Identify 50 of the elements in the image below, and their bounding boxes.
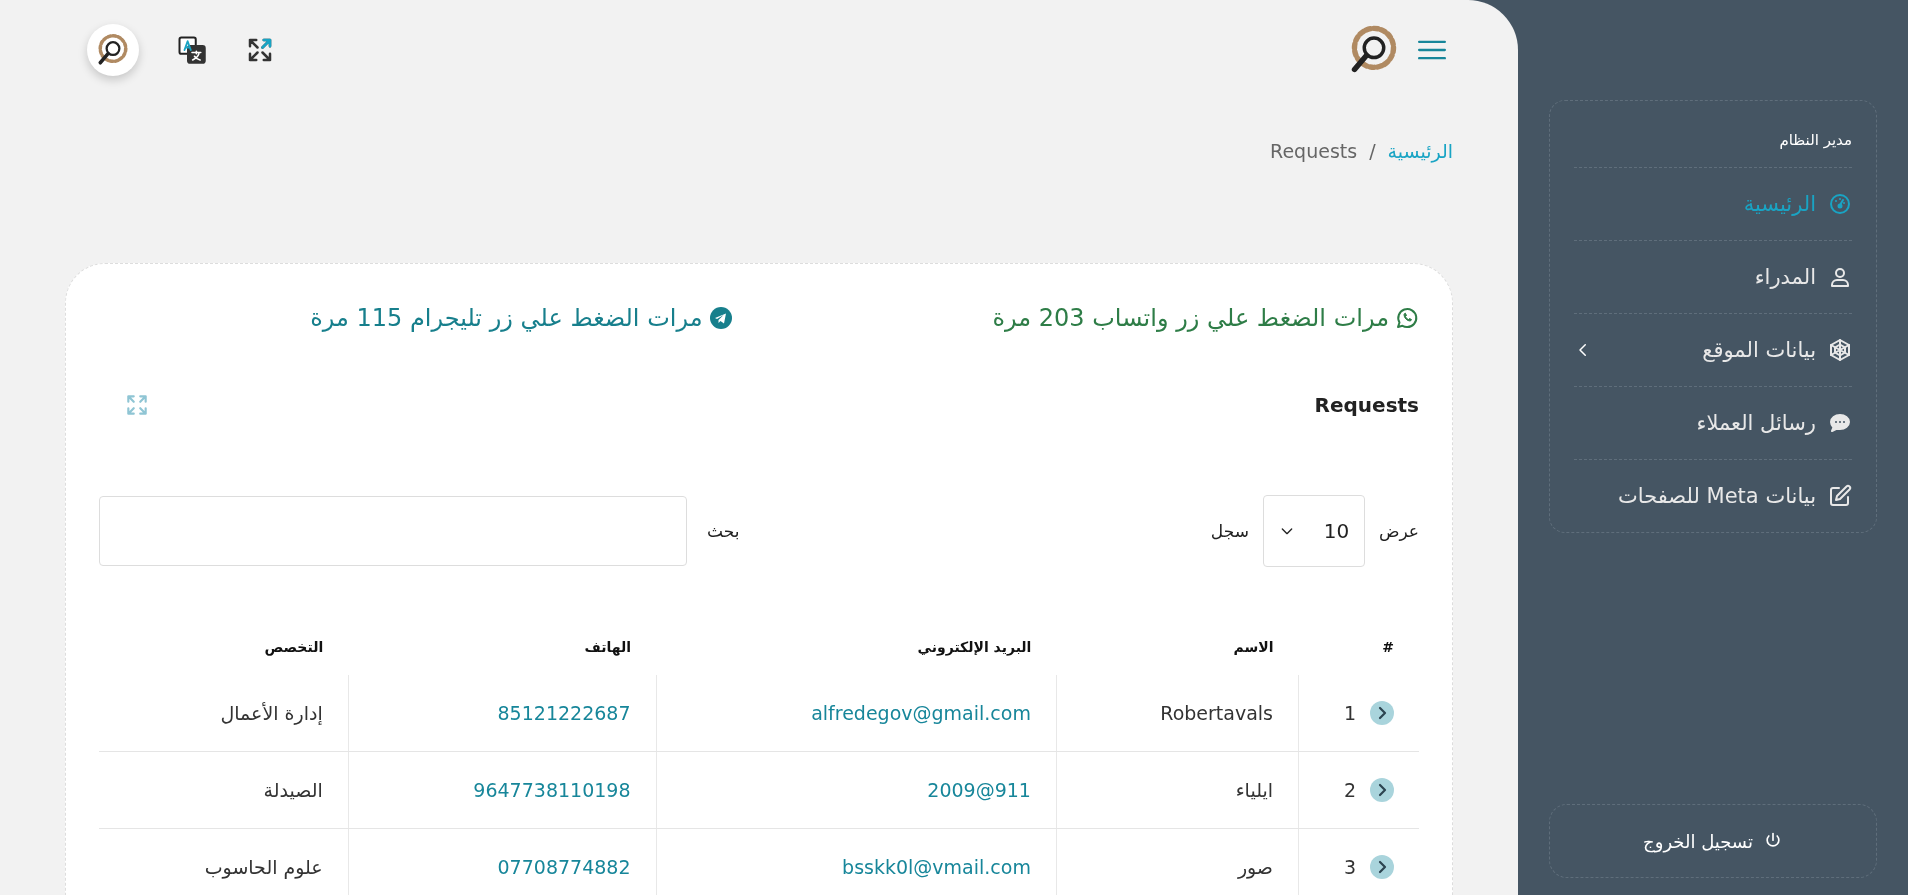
column-header: البريد الإلكتروني — [656, 629, 1057, 675]
column-header: الهاتف — [348, 629, 656, 675]
table-cell: bsskk0l@vmail.com — [842, 856, 1031, 878]
sidebar-item[interactable]: بيانات الموقع — [1574, 314, 1852, 387]
translate-icon — [177, 35, 207, 65]
expand-row-button[interactable] — [1370, 778, 1394, 802]
expand-row-button[interactable] — [1370, 855, 1394, 879]
column-header: التخصص — [99, 629, 349, 675]
page-length-select[interactable]: 10 — [1262, 495, 1365, 567]
table-cell: 07708774882 — [497, 856, 631, 878]
length-label: عرض — [1378, 521, 1419, 541]
breadcrumb-separator: / — [1369, 140, 1376, 164]
sidebar-item[interactable]: المدراء — [1574, 241, 1852, 314]
breadcrumb-current: Requests — [1270, 140, 1358, 164]
table-cell: 3 — [1343, 856, 1356, 878]
table-cell: 911@2009 — [927, 779, 1031, 801]
search-label: بحث — [707, 521, 740, 541]
sidebar-heading: مدير النظام — [1574, 121, 1852, 168]
user-icon — [1828, 265, 1852, 289]
table-cell: 1 — [1343, 702, 1356, 724]
web-icon — [1828, 338, 1852, 362]
avatar-button[interactable] — [87, 24, 139, 76]
table-cell: إدارة الأعمال — [220, 702, 323, 724]
magnifier-logo-icon — [96, 33, 130, 67]
expand-row-button[interactable] — [1370, 701, 1394, 725]
whatsapp-icon — [1395, 306, 1419, 330]
telegram-icon — [708, 306, 733, 330]
click-counter: مرات الضغط علي زر واتساب 203 مرة — [992, 304, 1419, 332]
card-title: Requests — [1314, 393, 1419, 417]
edit-icon — [1828, 484, 1852, 508]
table-cell: 9647738110198 — [473, 779, 631, 801]
sidebar-item[interactable]: رسائل العملاء — [1574, 387, 1852, 460]
fullscreen-icon — [124, 392, 150, 418]
table-cell: Robertavals — [1160, 702, 1273, 724]
search-field[interactable] — [99, 496, 687, 566]
gauge-icon — [1828, 192, 1852, 216]
logout-button[interactable]: تسجيل الخروج — [1549, 804, 1877, 878]
table-cell: ايلياء — [1235, 779, 1273, 801]
table-cell: alfredegov@gmail.com — [811, 702, 1031, 724]
table-cell: 2 — [1343, 779, 1356, 801]
column-header: # — [1298, 629, 1419, 675]
table-cell: علوم الحاسوب — [204, 856, 323, 878]
column-header: الاسم — [1056, 629, 1299, 675]
table-cell: صور — [1237, 856, 1273, 878]
length-label: سجل — [1210, 521, 1249, 541]
table-cell: 85121222687 — [497, 702, 631, 724]
click-counter: مرات الضغط علي زر تليجرام 115 مرة — [310, 304, 733, 332]
table-cell: الصيدلة — [263, 779, 323, 801]
sidebar-item[interactable]: بيانات Meta للصفحات — [1574, 460, 1852, 532]
chat-icon — [1828, 411, 1852, 435]
